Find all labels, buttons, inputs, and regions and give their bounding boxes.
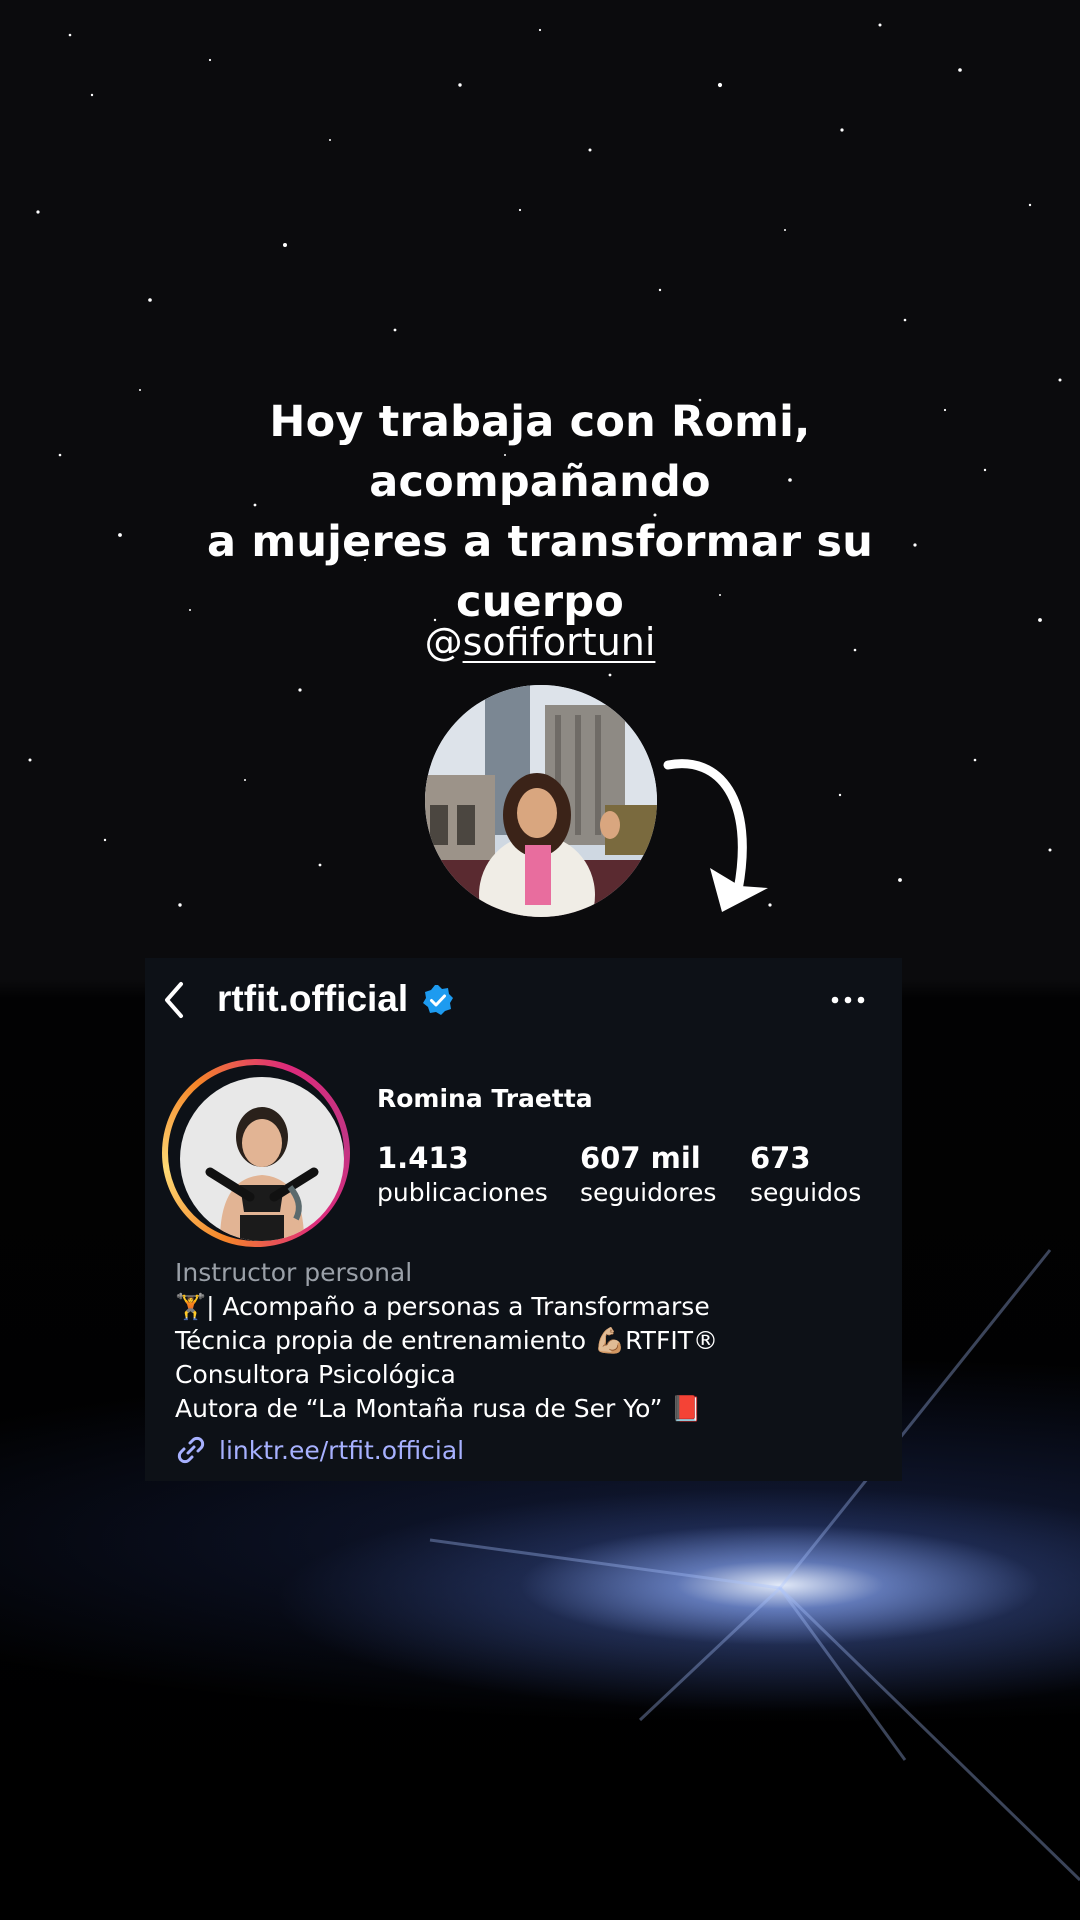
bio-line-2: Técnica propia de entrenamiento 💪🏼RTFIT®	[175, 1326, 718, 1355]
bio-line-1: 🏋️| Acompaño a personas a Transformarse	[175, 1292, 710, 1321]
profile-link[interactable]: linktr.ee/rtfit.official	[175, 1434, 464, 1466]
link-icon	[177, 1436, 205, 1464]
handle-at-sign: @	[424, 620, 463, 664]
mention-profile-photo	[425, 685, 657, 917]
profile-bio: Instructor personal 🏋️| Acompaño a perso…	[175, 1256, 718, 1426]
stat-followers-label: seguidores	[580, 1178, 717, 1207]
back-arrow-icon[interactable]	[161, 980, 185, 1020]
stat-posts-value: 1.413	[377, 1141, 469, 1175]
stat-posts-label: publicaciones	[377, 1178, 548, 1207]
curved-arrow-icon	[663, 759, 768, 912]
more-options-icon[interactable]	[831, 996, 865, 1004]
stat-following-value: 673	[750, 1141, 811, 1175]
stat-followers[interactable]: 607 mil seguidores	[580, 1140, 716, 1210]
headline: Hoy trabaja con Romi, acompañando a muje…	[120, 392, 960, 632]
stat-following[interactable]: 673 seguidos	[750, 1140, 861, 1210]
mention-handle[interactable]: @sofifortuni	[0, 620, 1080, 664]
bio-line-3: Consultora Psicológica	[175, 1360, 456, 1389]
story-ring[interactable]	[162, 1059, 350, 1247]
profile-avatar[interactable]	[180, 1077, 344, 1241]
profile-username: rtfit.official	[217, 978, 409, 1019]
stat-posts[interactable]: 1.413 publicaciones	[377, 1140, 548, 1210]
headline-line-2: a mujeres a transformar su cuerpo	[206, 517, 874, 627]
profile-display-name: Romina Traetta	[377, 1084, 593, 1113]
stat-followers-value: 607 mil	[580, 1141, 701, 1175]
verified-badge-icon	[423, 985, 453, 1015]
stat-following-label: seguidos	[750, 1178, 862, 1207]
handle-name[interactable]: sofifortuni	[463, 620, 656, 664]
profile-link-text[interactable]: linktr.ee/rtfit.official	[219, 1436, 464, 1465]
bio-line-4: Autora de “La Montaña rusa de Ser Yo” 📕	[175, 1394, 702, 1423]
headline-line-1: Hoy trabaja con Romi, acompañando	[269, 397, 811, 507]
bio-category: Instructor personal	[175, 1258, 413, 1287]
instagram-profile-card: rtfit.official Romina Traetta 1.413 publ…	[145, 958, 902, 1481]
